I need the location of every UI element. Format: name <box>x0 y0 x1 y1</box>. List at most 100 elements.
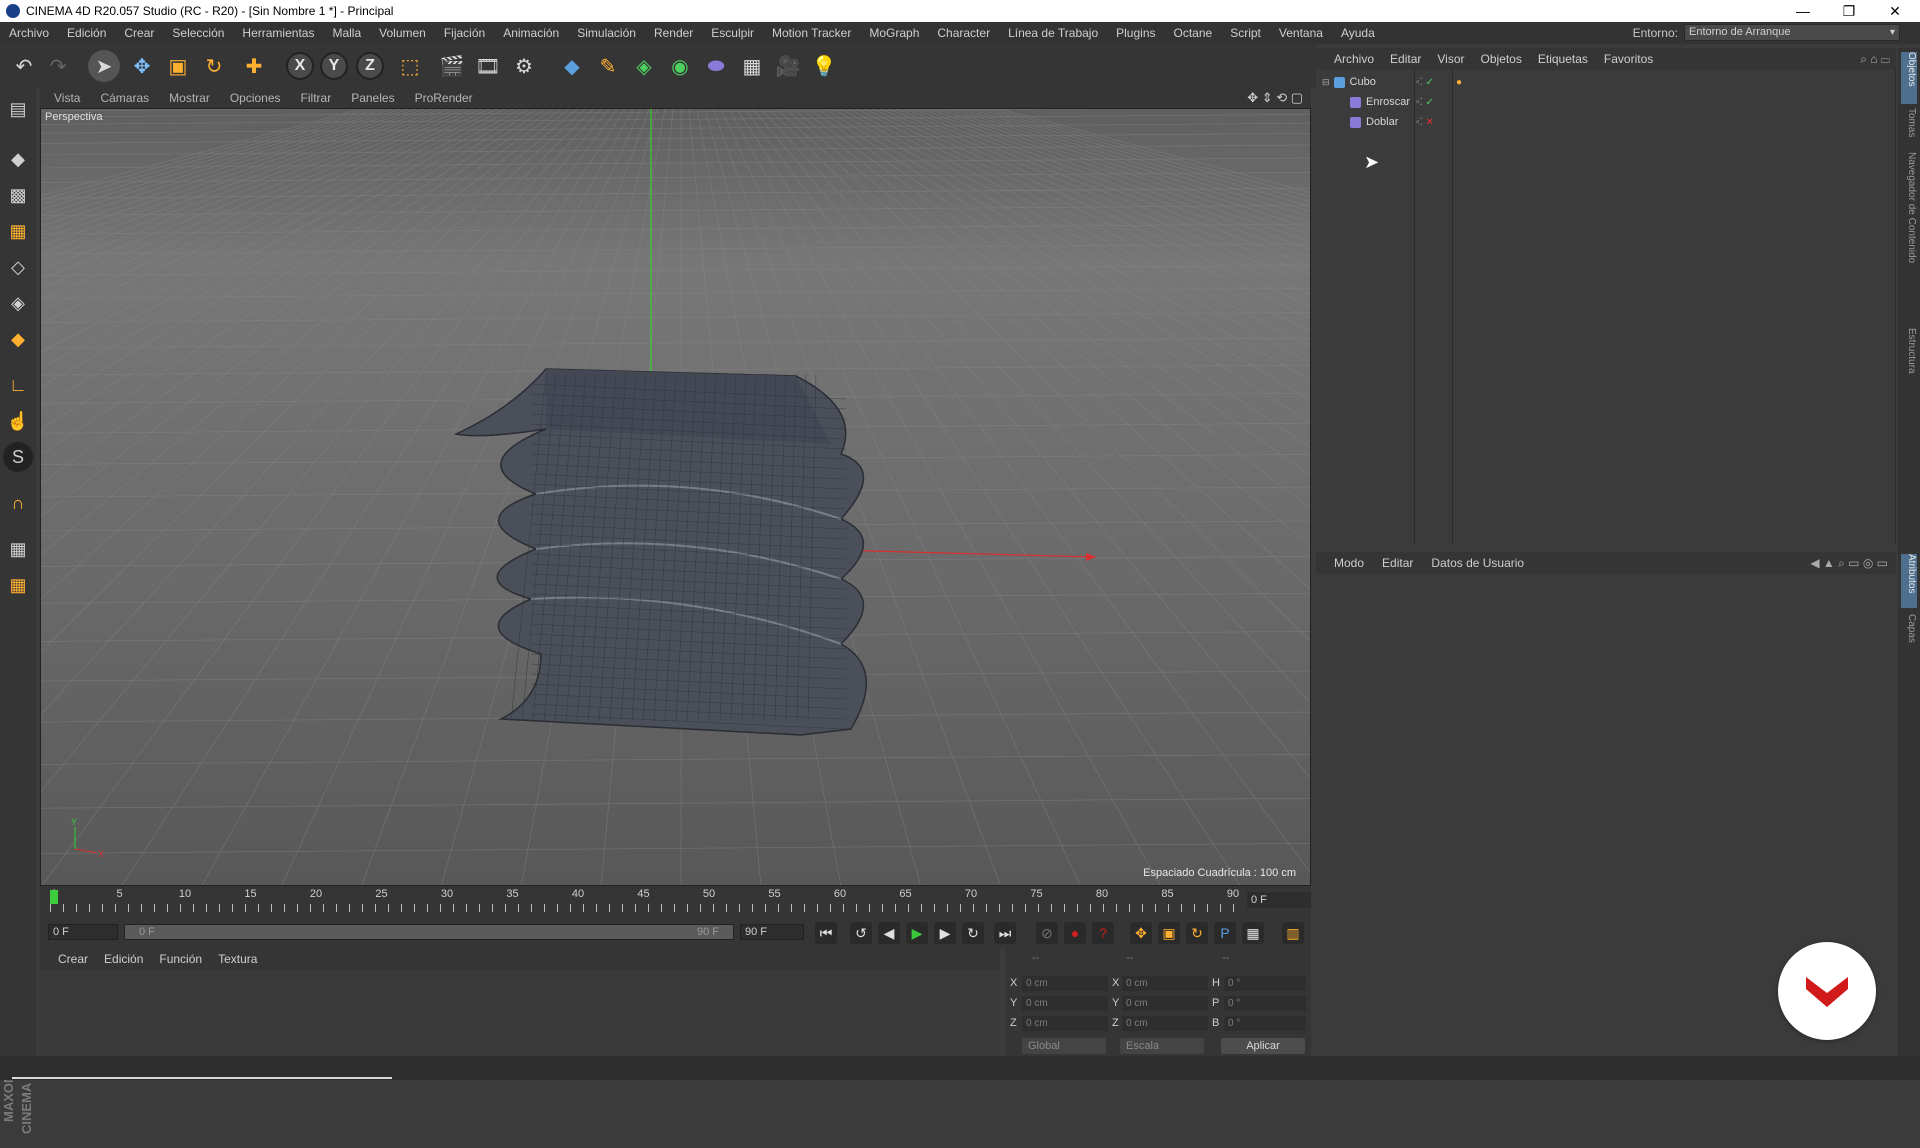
magnet-icon[interactable]: ∩ <box>3 488 33 518</box>
edges-mode-icon[interactable]: ◈ <box>3 288 33 318</box>
camera-icon[interactable]: 🎥 <box>772 50 804 82</box>
go-to-start-icon[interactable]: ⏮ <box>815 922 837 944</box>
menu-ventana[interactable]: Ventana <box>1270 26 1332 40</box>
x-axis-lock-button[interactable]: X <box>286 52 314 80</box>
menu-plugins[interactable]: Plugins <box>1107 26 1164 40</box>
key-parameter-icon[interactable]: P <box>1214 922 1236 944</box>
render-view-icon[interactable]: 🎬 <box>436 50 468 82</box>
menu-archivo[interactable]: Archivo <box>0 26 58 40</box>
menu-character[interactable]: Character <box>928 26 999 40</box>
previous-keyframe-icon[interactable]: ↺ <box>850 922 872 944</box>
key-pla-icon[interactable]: ▦ <box>1242 922 1264 944</box>
object-manager-tree[interactable]: ⊟ Cubo ▫⁚ ✓ ● Enroscar ▫⁚ ✓ Doblar ▫⁚ ✕ <box>1316 70 1896 544</box>
coordinate-mode-dropdown[interactable]: Global <box>1022 1038 1106 1054</box>
step-back-icon[interactable]: ◀ <box>878 922 900 944</box>
render-picture-viewer-icon[interactable]: 🎞 <box>472 50 504 82</box>
next-keyframe-icon[interactable]: ↻ <box>962 922 984 944</box>
play-icon[interactable]: ▶ <box>906 922 928 944</box>
tab-tomas[interactable]: Tomas <box>1901 108 1917 148</box>
rotation-h-field[interactable]: 0 ° <box>1224 976 1306 991</box>
visibility-toggle-icon[interactable]: ▫⁚ ✓ <box>1416 97 1434 108</box>
viewport-menu-filtrar[interactable]: Filtrar <box>291 91 342 105</box>
menu-fijacion[interactable]: Fijación <box>435 26 494 40</box>
object-menu-visor[interactable]: Visor <box>1429 52 1472 66</box>
visibility-toggle-icon[interactable]: ▫⁚ ✕ <box>1416 117 1434 128</box>
menu-script[interactable]: Script <box>1221 26 1270 40</box>
viewport-menu-paneles[interactable]: Paneles <box>341 91 404 105</box>
playhead-marker[interactable] <box>50 890 58 904</box>
object-manager-search-icon[interactable]: ⌕ ⌂ ▭ <box>1860 52 1890 67</box>
cube-primitive-icon[interactable]: ◆ <box>556 50 588 82</box>
position-y-field[interactable]: 0 cm <box>1022 996 1108 1011</box>
object-row-cubo[interactable]: ⊟ Cubo ▫⁚ ✓ ● <box>1316 72 1896 92</box>
attributes-navigation-icons[interactable]: ◀ ▲ ⌕ ▭ ◎ ▭ <box>1810 556 1888 571</box>
record-keys-icon[interactable]: ⊘ <box>1036 922 1058 944</box>
menu-motion-tracker[interactable]: Motion Tracker <box>763 26 860 40</box>
undo-icon[interactable]: ↶ <box>8 50 40 82</box>
current-frame-field[interactable]: 0 F <box>1247 892 1311 908</box>
rotation-p-field[interactable]: 0 ° <box>1224 996 1306 1011</box>
timeline-ruler[interactable]: 051015202530354045505560657075808590 0 F <box>40 886 1311 916</box>
material-menu-crear[interactable]: Crear <box>40 952 96 966</box>
menu-mograph[interactable]: MoGraph <box>860 26 928 40</box>
model-mode-icon[interactable]: ◆ <box>3 144 33 174</box>
menu-octane[interactable]: Octane <box>1165 26 1222 40</box>
go-to-end-icon[interactable]: ⏭ <box>994 922 1016 944</box>
axis-mode-icon[interactable]: ∟ <box>3 370 33 400</box>
viewport-menu-vista[interactable]: Vista <box>40 91 90 105</box>
object-row-doblar[interactable]: Doblar ▫⁚ ✕ <box>1316 112 1896 132</box>
object-name-doblar[interactable]: Doblar <box>1366 116 1398 128</box>
tab-atributos[interactable]: Atributos <box>1901 554 1917 608</box>
object-menu-favoritos[interactable]: Favoritos <box>1596 52 1661 66</box>
menu-crear[interactable]: Crear <box>115 26 163 40</box>
key-scale-icon[interactable]: ▣ <box>1158 922 1180 944</box>
texture-mode-icon[interactable]: ▩ <box>3 180 33 210</box>
autokey-icon[interactable]: ? <box>1092 922 1114 944</box>
points-mode-icon[interactable]: ◇ <box>3 252 33 282</box>
tweak-mode-icon[interactable]: ☝ <box>3 406 33 436</box>
tab-objetos[interactable]: Objetos <box>1901 52 1917 104</box>
size-mode-dropdown[interactable]: Escala <box>1120 1038 1204 1054</box>
viewport-menu-camaras[interactable]: Cámaras <box>90 91 159 105</box>
menu-edicion[interactable]: Edición <box>58 26 115 40</box>
close-button[interactable]: ✕ <box>1872 0 1918 22</box>
object-menu-archivo[interactable]: Archivo <box>1316 52 1382 66</box>
environment-dropdown[interactable]: Entorno de Arranque <box>1684 24 1900 41</box>
key-rotation-icon[interactable]: ↻ <box>1186 922 1208 944</box>
material-manager-area[interactable] <box>40 970 1000 1056</box>
timeline-window-icon[interactable]: ▥ <box>1282 922 1304 944</box>
restore-button[interactable]: ❐ <box>1826 0 1872 22</box>
menu-animacion[interactable]: Animación <box>494 26 568 40</box>
attributes-menu-datos-usuario[interactable]: Datos de Usuario <box>1422 556 1533 570</box>
tab-navegador-contenido[interactable]: Navegador de Contenido <box>1901 152 1917 322</box>
visibility-toggle-icon[interactable]: ▫⁚ ✓ <box>1416 77 1434 88</box>
size-y-field[interactable]: 0 cm <box>1122 996 1208 1011</box>
menu-render[interactable]: Render <box>645 26 702 40</box>
menu-seleccion[interactable]: Selección <box>163 26 233 40</box>
workplane-mode-icon[interactable]: ▦ <box>3 216 33 246</box>
menu-malla[interactable]: Malla <box>323 26 370 40</box>
object-name-cubo[interactable]: Cubo <box>1350 76 1376 88</box>
menu-volumen[interactable]: Volumen <box>370 26 435 40</box>
subdivision-surface-icon[interactable]: ◈ <box>628 50 660 82</box>
object-row-enroscar[interactable]: Enroscar ▫⁚ ✓ <box>1316 92 1896 112</box>
size-z-field[interactable]: 0 cm <box>1122 1016 1208 1031</box>
y-axis-lock-button[interactable]: Y <box>320 52 348 80</box>
object-name-enroscar[interactable]: Enroscar <box>1366 96 1410 108</box>
end-frame-field[interactable]: 90 F <box>740 924 804 940</box>
menu-linea-de-trabajo[interactable]: Línea de Trabajo <box>999 26 1107 40</box>
make-editable-icon[interactable]: ▤ <box>3 94 33 124</box>
start-frame-field[interactable]: 0 F <box>48 924 118 940</box>
viewport-menu-prorender[interactable]: ProRender <box>405 91 483 105</box>
tab-estructura[interactable]: Estructura <box>1901 328 1917 388</box>
tab-capas[interactable]: Capas <box>1901 614 1917 654</box>
phong-tag-icon[interactable]: ● <box>1456 77 1462 88</box>
snapping-icon[interactable]: S <box>3 442 33 472</box>
live-selection-icon[interactable]: ✚ <box>238 50 270 82</box>
coordinate-system-icon[interactable]: ⬚ <box>394 50 426 82</box>
key-position-icon[interactable]: ✥ <box>1130 922 1152 944</box>
3d-viewport[interactable]: Y X Perspectiva Espaciado Cuadrícula : 1… <box>40 108 1311 886</box>
attributes-menu-editar[interactable]: Editar <box>1373 556 1422 570</box>
position-z-field[interactable]: 0 cm <box>1022 1016 1108 1031</box>
planar-workplane-icon[interactable]: ▦ <box>3 570 33 600</box>
